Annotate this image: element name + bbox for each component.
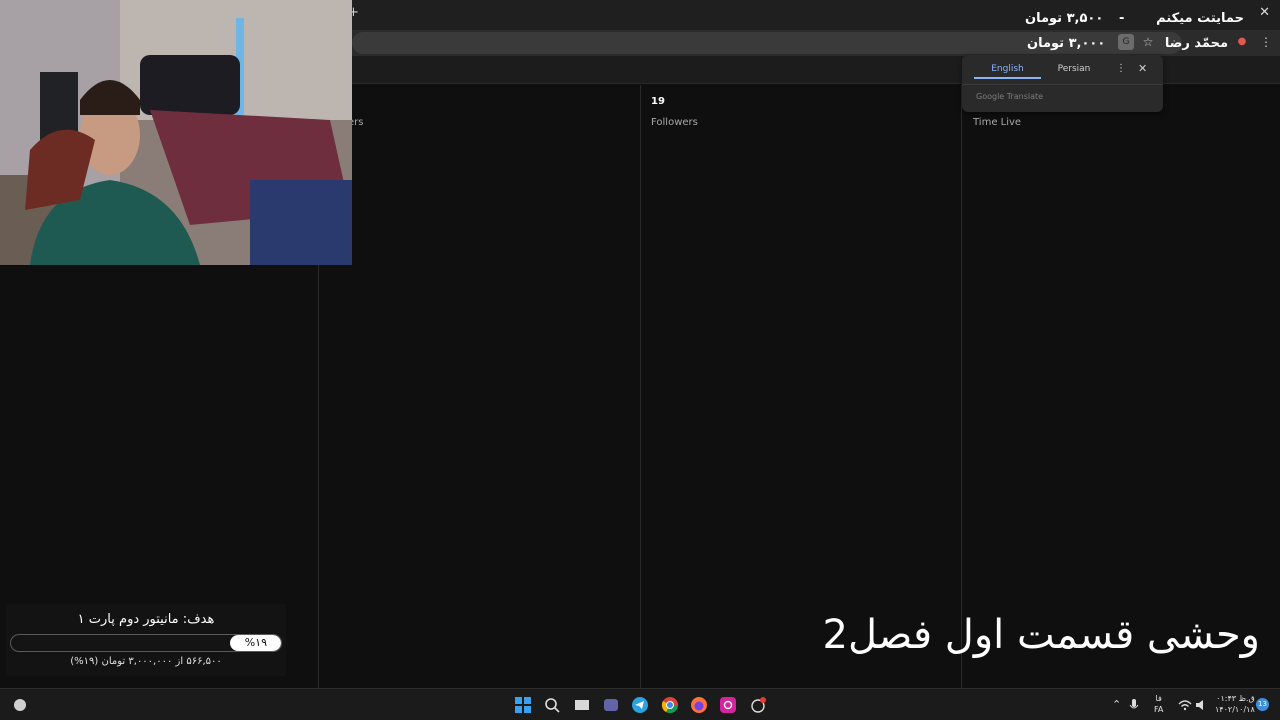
taskbar: ⌃ فا FA ۰۱:۴۳ ق.ظ ۱۴۰۲/۱۰/۱۸ 13 <box>0 688 1280 720</box>
goal-percent: %۱۹ <box>244 636 267 649</box>
donation-name-1: حمایتت میکنم <box>1156 11 1244 26</box>
profile-icon[interactable]: ● <box>1234 34 1250 50</box>
column-divider <box>961 85 962 688</box>
system-clock[interactable]: ۰۱:۴۳ ق.ظ ۱۴۰۲/۱۰/۱۸ <box>1215 693 1255 715</box>
time-live-label: Time Live <box>973 117 1022 128</box>
weather-icon[interactable] <box>11 696 29 714</box>
goal-title: هدف: مانیتور دوم پارت ۱ <box>77 612 215 627</box>
goal-progress-track: %۱۹ <box>10 634 282 652</box>
close-icon[interactable]: ✕ <box>1138 62 1147 75</box>
episode-title: وحشی قسمت اول فصل2 <box>822 612 1260 658</box>
translate-icon[interactable]: G <box>1118 34 1134 50</box>
microphone-icon[interactable] <box>1128 696 1140 714</box>
donation-separator: - <box>1119 11 1125 26</box>
teams-icon[interactable] <box>602 696 620 714</box>
start-icon[interactable] <box>514 696 532 714</box>
followers-label: Followers <box>651 117 698 128</box>
more-options-icon[interactable]: ⋮ <box>1116 63 1126 74</box>
wifi-icon[interactable] <box>1178 696 1192 714</box>
menu-icon[interactable]: ⋮ <box>1258 34 1274 50</box>
tab-english[interactable]: English <box>974 64 1041 74</box>
telegram-icon[interactable] <box>631 696 649 714</box>
language-indicator[interactable]: فا FA <box>1154 693 1163 715</box>
donation-amount-2: ۳,۰۰۰ تومان <box>1027 36 1106 51</box>
firefox-icon[interactable] <box>690 696 708 714</box>
tab-persian[interactable]: Persian <box>1050 64 1098 74</box>
column-divider <box>640 85 641 688</box>
clock-date: ۱۴۰۲/۱۰/۱۸ <box>1215 705 1255 714</box>
active-tab-indicator <box>974 77 1041 79</box>
language-code: FA <box>1154 705 1164 714</box>
task-view-icon[interactable] <box>573 696 591 714</box>
star-icon[interactable]: ☆ <box>1140 34 1156 50</box>
app-icon[interactable] <box>749 696 767 714</box>
volume-icon[interactable] <box>1194 696 1208 714</box>
chevron-up-icon[interactable]: ⌃ <box>1112 698 1121 711</box>
clock-time: ۰۱:۴۳ ق.ظ <box>1216 694 1255 703</box>
screen: + ✕ G ☆ ● ⋮ ers 19 Followers Time Live ح… <box>0 0 1280 720</box>
donation-goal-widget: هدف: مانیتور دوم پارت ۱ %۱۹ ۵۶۶,۵۰۰ از ۳… <box>6 604 286 676</box>
instagram-icon[interactable] <box>719 696 737 714</box>
donation-name-2: محمّد رضا <box>1164 36 1228 51</box>
followers-count: 19 <box>651 96 665 107</box>
search-icon[interactable] <box>543 696 561 714</box>
goal-subtitle: ۵۶۶,۵۰۰ از ۳,۰۰۰,۰۰۰ تومان (۱۹%) <box>70 656 222 667</box>
google-translate-label: Google Translate <box>976 92 1044 101</box>
divider <box>962 84 1163 85</box>
donation-amount-1: ۳,۵۰۰ تومان <box>1025 11 1104 26</box>
language-fa-script: فا <box>1155 694 1162 703</box>
translate-popup: English Persian ⋮ ✕ Google Translate <box>962 55 1163 112</box>
close-window-button[interactable]: ✕ <box>1259 5 1270 20</box>
notification-badge[interactable]: 13 <box>1256 698 1269 711</box>
chrome-icon[interactable] <box>661 696 679 714</box>
webcam-feed <box>0 0 352 265</box>
